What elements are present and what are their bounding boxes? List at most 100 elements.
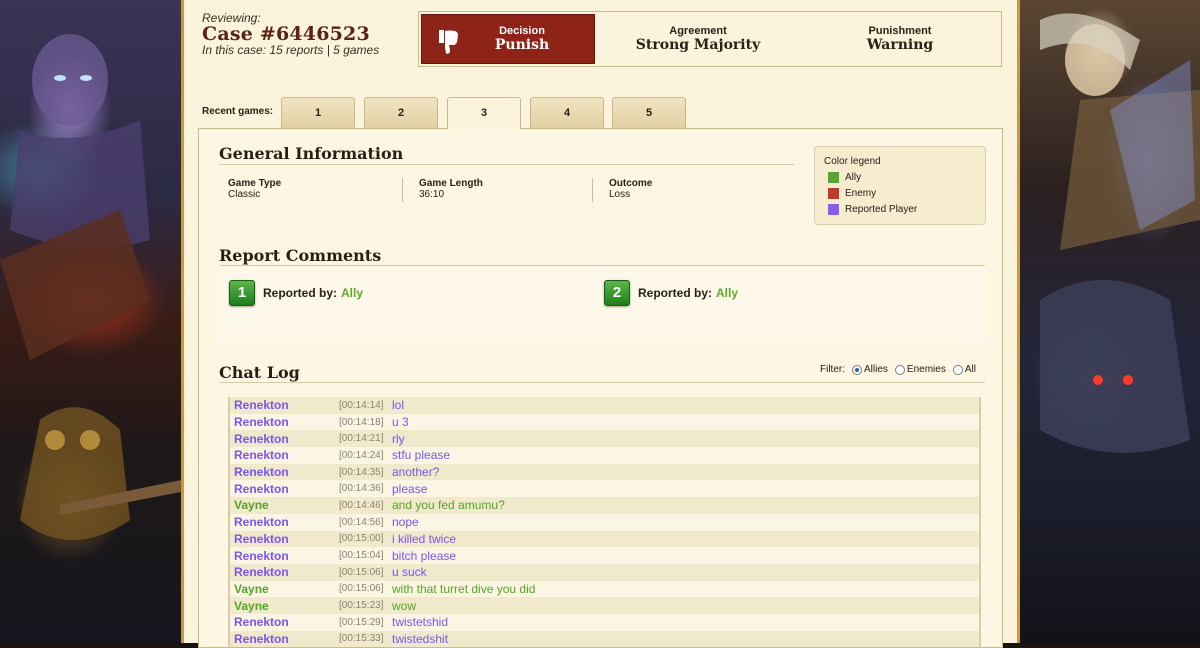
agreement-box: Agreement Strong Majority	[597, 12, 799, 66]
chat-sender-name: Renekton	[234, 565, 289, 580]
color-legend: Color legend Ally Enemy Reported Player	[814, 146, 986, 225]
chat-message-text: i killed twice	[392, 531, 457, 546]
chat-sender-name: Renekton	[234, 515, 289, 530]
chat-message-text: bitch please	[392, 548, 457, 563]
chat-message-row: Vayne [00:15:23] wow	[230, 597, 979, 614]
outcome: Outcome Loss	[609, 178, 652, 200]
legend-label: Ally	[845, 171, 862, 183]
report-comments-heading: Report Comments	[219, 246, 382, 265]
review-panel: Reviewing: Case #6446523 In this case: 1…	[181, 0, 1020, 648]
game-type-label: Game Type	[228, 178, 282, 189]
chat-timestamp: [00:14:36]	[339, 483, 384, 495]
game-length-value: 36:10	[419, 189, 445, 200]
reported-swatch	[828, 203, 839, 215]
chat-timestamp: [00:15:29]	[339, 616, 384, 628]
agreement-label: Agreement	[669, 25, 727, 37]
game-type-value: Classic	[228, 189, 261, 200]
chat-message-text: stfu please	[392, 448, 451, 463]
chat-timestamp: [00:14:24]	[339, 449, 384, 461]
chat-sender-name: Vayne	[234, 598, 269, 613]
filter-label: Filter:	[820, 364, 845, 375]
tab-game-3[interactable]: 3	[447, 97, 521, 129]
game-type: Game Type Classic	[228, 178, 281, 200]
chat-message-text: nope	[392, 515, 419, 530]
chat-timestamp: [00:14:46]	[339, 499, 384, 511]
reporter-team: Ally	[716, 286, 739, 300]
chat-message-text: u suck	[392, 565, 427, 580]
report-number-badge: 1	[229, 280, 255, 306]
chat-sender-name: Renekton	[234, 448, 289, 463]
punishment-value: Warning	[866, 37, 934, 53]
tab-game-4[interactable]: 4	[530, 97, 604, 128]
tab-game-2[interactable]: 2	[364, 97, 438, 128]
chat-log-heading: Chat Log	[219, 363, 300, 382]
filter-enemies-label[interactable]: Enemies	[907, 364, 946, 375]
chat-message-row: Renekton [00:15:29] twistetshid	[230, 613, 979, 631]
filter-all-label[interactable]: All	[965, 364, 976, 375]
legend-item-ally: Ally	[828, 169, 985, 185]
tab-game-5[interactable]: 5	[612, 97, 686, 128]
chat-sender-name: Renekton	[234, 415, 289, 430]
champion-artwork-left	[0, 34, 181, 540]
punishment-label: Punishment	[868, 25, 932, 37]
chat-sender-name: Renekton	[234, 615, 289, 630]
chat-message-row: Vayne [00:15:06] with that turret dive you…	[230, 580, 979, 598]
outcome-value: Loss	[609, 189, 631, 200]
chat-timestamp: [00:14:14]	[339, 399, 384, 411]
champion-artwork-right	[1040, 13, 1200, 453]
agreement-value: Strong Majority	[635, 37, 761, 53]
chat-message-text: please	[392, 481, 428, 496]
reporter-team: Ally	[341, 286, 364, 300]
chat-message-row: Renekton [00:15:04] bitch please	[230, 547, 979, 564]
case-title: Case #6446523	[202, 23, 370, 45]
chat-message-row: Renekton [00:14:14] lol	[230, 397, 979, 414]
chat-message-text: another?	[392, 465, 440, 480]
chat-message-row: Renekton [00:15:00] i killed twice	[230, 530, 979, 548]
chat-sender-name: Renekton	[234, 531, 289, 546]
punishment-box: Punishment Warning	[799, 12, 1001, 66]
filter-allies-radio[interactable]	[852, 364, 862, 375]
right-splash-art	[1020, 0, 1200, 643]
chat-log-rule	[219, 382, 985, 383]
report-number-badge: 2	[604, 280, 630, 306]
chat-message-text: with that turret dive you did	[392, 581, 536, 596]
chat-message-row: Renekton [00:14:24] stfu please	[230, 447, 979, 464]
chat-sender-name: Vayne	[234, 581, 269, 596]
chat-sender-name: Renekton	[234, 631, 289, 646]
verdict-bar: Decision Punish Agreement Strong Majorit…	[418, 11, 1002, 67]
general-information-rule	[219, 164, 794, 165]
tab-game-1[interactable]: 1	[281, 97, 355, 128]
chat-timestamp: [00:15:06]	[339, 566, 384, 578]
chat-message-row: Renekton [00:15:33] twistedshit	[230, 630, 979, 648]
thumbs-down-icon	[439, 30, 458, 54]
chat-message-row: Renekton [00:14:36] please	[230, 480, 979, 498]
filter-enemies-radio[interactable]	[894, 364, 905, 375]
chat-timestamp: [00:14:56]	[339, 516, 384, 528]
game-length: Game Length 36:10	[419, 178, 483, 200]
general-information-heading: General Information	[219, 144, 404, 163]
chat-sender-name: Renekton	[234, 431, 289, 446]
ally-swatch	[828, 171, 839, 183]
chat-sender-name: Vayne	[234, 498, 269, 513]
decision-box: Decision Punish	[421, 14, 595, 64]
chat-sender-name: Renekton	[234, 465, 289, 480]
chat-sender-name: Renekton	[234, 481, 289, 496]
left-splash-art	[0, 0, 181, 643]
info-divider	[592, 178, 593, 202]
chat-message-text: rly	[392, 431, 405, 446]
enemy-swatch	[828, 187, 839, 199]
chat-message-row: Renekton [00:14:18] u 3	[230, 413, 979, 431]
chat-timestamp: [00:15:23]	[339, 600, 384, 612]
chat-message-text: twistetshid	[392, 615, 449, 630]
filter-all-radio[interactable]	[952, 364, 963, 375]
filter-allies-label[interactable]: Allies	[864, 364, 888, 375]
recent-games-label: Recent games:	[202, 106, 274, 117]
chat-filter: Filter: Allies Enemies All	[820, 364, 976, 375]
report-item: 2 Reported by: Ally	[604, 280, 738, 306]
info-divider	[402, 178, 403, 202]
chat-message-text: twistedshit	[392, 631, 449, 646]
color-legend-title: Color legend	[824, 156, 881, 167]
legend-item-reported: Reported Player	[828, 201, 985, 217]
case-summary: In this case: 15 reports | 5 games	[202, 43, 380, 57]
legend-label: Enemy	[845, 187, 877, 199]
